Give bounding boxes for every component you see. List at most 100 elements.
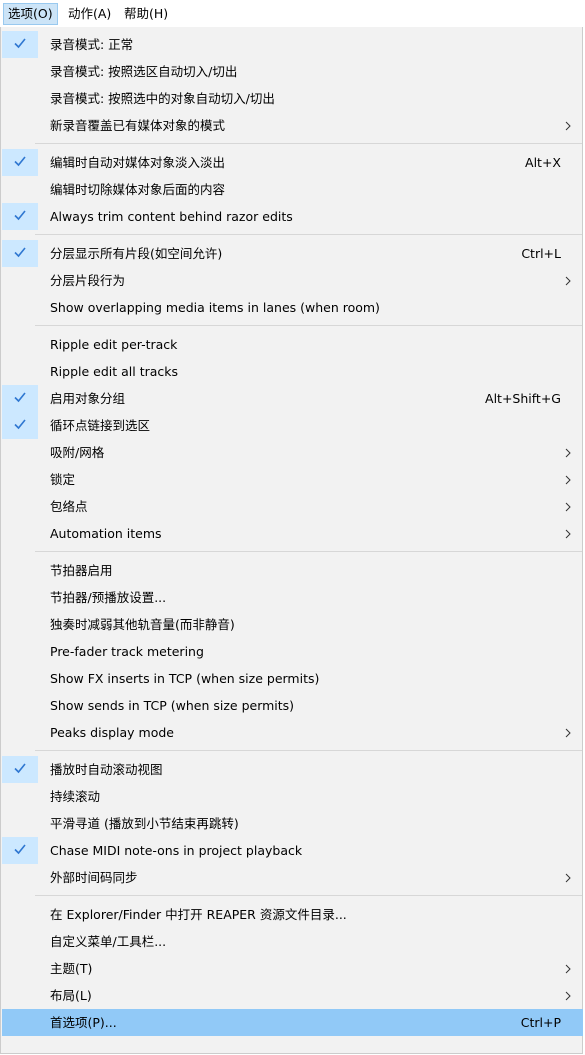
menu-item[interactable]: Always trim content behind razor edits xyxy=(2,203,583,230)
chevron-right-icon xyxy=(565,121,571,131)
menu-item[interactable]: Show sends in TCP (when size permits) xyxy=(2,692,583,719)
menu-item-label: Automation items xyxy=(50,526,162,541)
menu-item[interactable]: 新录音覆盖已有媒体对象的模式 xyxy=(2,112,583,139)
check-gutter xyxy=(2,955,38,982)
menu-item-label: Show FX inserts in TCP (when size permit… xyxy=(50,671,320,686)
menu-item[interactable]: Ripple edit per-track xyxy=(2,331,583,358)
menubar-actions[interactable]: 动作(A) xyxy=(64,4,115,24)
menu-item-label: Pre-fader track metering xyxy=(50,644,204,659)
check-gutter xyxy=(2,203,38,230)
check-gutter xyxy=(2,756,38,783)
menu-item-label: 新录音覆盖已有媒体对象的模式 xyxy=(50,118,226,133)
check-gutter xyxy=(2,31,38,58)
chevron-right-icon xyxy=(565,276,571,286)
check-gutter xyxy=(2,901,38,928)
menu-item[interactable]: 在 Explorer/Finder 中打开 REAPER 资源文件目录... xyxy=(2,901,583,928)
menu-item[interactable]: 节拍器/预播放设置... xyxy=(2,584,583,611)
menu-item-label: 包络点 xyxy=(50,499,88,514)
menu-item[interactable]: 主题(T) xyxy=(2,955,583,982)
menu-item[interactable]: Pre-fader track metering xyxy=(2,638,583,665)
menubar-options[interactable]: 选项(O) xyxy=(3,3,58,25)
chevron-right-icon xyxy=(565,873,571,883)
menu-item[interactable]: 分层显示所有片段(如空间允许) Ctrl+L xyxy=(2,240,583,267)
check-gutter xyxy=(2,412,38,439)
menu-item-label: 平滑寻道 (播放到小节结束再跳转) xyxy=(50,816,239,831)
menu-item-label: 编辑时切除媒体对象后面的内容 xyxy=(50,182,226,197)
menu-item[interactable]: 包络点 xyxy=(2,493,583,520)
menu-item[interactable]: 编辑时切除媒体对象后面的内容 xyxy=(2,176,583,203)
menu-item[interactable]: 布局(L) xyxy=(2,982,583,1009)
menu-item-label: Peaks display mode xyxy=(50,725,174,740)
chevron-right-icon xyxy=(565,448,571,458)
check-gutter xyxy=(2,611,38,638)
menu-item-label: 分层显示所有片段(如空间允许) xyxy=(50,246,223,261)
menu-item[interactable]: 自定义菜单/工具栏... xyxy=(2,928,583,955)
check-gutter xyxy=(2,466,38,493)
check-gutter xyxy=(2,58,38,85)
menu-item[interactable]: Automation items xyxy=(2,520,583,547)
chevron-right-icon xyxy=(565,964,571,974)
menu-item[interactable]: 录音模式: 按照选区自动切入/切出 xyxy=(2,58,583,85)
menu-item[interactable]: 编辑时自动对媒体对象淡入淡出 Alt+X xyxy=(2,149,583,176)
menu-item[interactable]: Ripple edit all tracks xyxy=(2,358,583,385)
menu-item[interactable]: 录音模式: 正常 xyxy=(2,31,583,58)
menu-item-label: 录音模式: 按照选区自动切入/切出 xyxy=(50,64,238,79)
menu-item-label: 持续滚动 xyxy=(50,789,101,804)
menu-item[interactable]: 录音模式: 按照选中的对象自动切入/切出 xyxy=(2,85,583,112)
checkmark-icon xyxy=(14,38,26,49)
menu-item[interactable]: Peaks display mode xyxy=(2,719,583,746)
checkmark-icon xyxy=(14,844,26,855)
menu-item[interactable]: 吸附/网格 xyxy=(2,439,583,466)
chevron-right-icon xyxy=(565,991,571,1001)
menubar-help[interactable]: 帮助(H) xyxy=(120,4,172,24)
menu-item[interactable]: 循环点链接到选区 xyxy=(2,412,583,439)
menu-item[interactable]: 锁定 xyxy=(2,466,583,493)
menu-item[interactable]: 平滑寻道 (播放到小节结束再跳转) xyxy=(2,810,583,837)
check-gutter xyxy=(2,638,38,665)
menu-item-label: Ripple edit all tracks xyxy=(50,364,179,379)
menu-item-label: 启用对象分组 xyxy=(50,391,126,406)
menu-item[interactable]: 节拍器启用 xyxy=(2,557,583,584)
chevron-right-icon xyxy=(565,728,571,738)
menu-item-label: 节拍器/预播放设置... xyxy=(50,590,167,605)
menu-item[interactable]: 持续滚动 xyxy=(2,783,583,810)
menu-separator xyxy=(35,551,582,552)
check-gutter xyxy=(2,520,38,547)
check-gutter xyxy=(2,1009,38,1036)
checkmark-icon xyxy=(14,392,26,403)
checkmark-icon xyxy=(14,156,26,167)
menu-item[interactable]: 首选项(P)... Ctrl+P xyxy=(2,1009,583,1036)
check-gutter xyxy=(2,267,38,294)
check-gutter xyxy=(2,112,38,139)
check-gutter xyxy=(2,810,38,837)
check-gutter xyxy=(2,719,38,746)
menu-item-shortcut: Ctrl+P xyxy=(520,1015,561,1030)
menu-item-label: 自定义菜单/工具栏... xyxy=(50,934,167,949)
menu-item-label: 锁定 xyxy=(50,472,76,487)
menu-bar: 选项(O) 动作(A) 帮助(H) xyxy=(0,0,585,27)
menu-item-label: Always trim content behind razor edits xyxy=(50,209,293,224)
check-gutter xyxy=(2,149,38,176)
menu-item-label: 独奏时减弱其他轨音量(而非静音) xyxy=(50,617,235,632)
check-gutter xyxy=(2,240,38,267)
checkmark-icon xyxy=(14,419,26,430)
menu-item[interactable]: Show FX inserts in TCP (when size permit… xyxy=(2,665,583,692)
menu-separator xyxy=(35,750,582,751)
menu-item-label: 编辑时自动对媒体对象淡入淡出 xyxy=(50,155,226,170)
menu-item[interactable]: 分层片段行为 xyxy=(2,267,583,294)
chevron-right-icon xyxy=(565,475,571,485)
checkmark-icon xyxy=(14,763,26,774)
menu-item-label: Ripple edit per-track xyxy=(50,337,178,352)
check-gutter xyxy=(2,928,38,955)
options-dropdown-menu: 录音模式: 正常录音模式: 按照选区自动切入/切出录音模式: 按照选中的对象自动… xyxy=(0,27,583,1054)
menu-item[interactable]: 播放时自动滚动视图 xyxy=(2,756,583,783)
menu-item-label: Show overlapping media items in lanes (w… xyxy=(50,300,380,315)
check-gutter xyxy=(2,584,38,611)
menu-item[interactable]: 独奏时减弱其他轨音量(而非静音) xyxy=(2,611,583,638)
menu-item[interactable]: Chase MIDI note-ons in project playback xyxy=(2,837,583,864)
check-gutter xyxy=(2,331,38,358)
check-gutter xyxy=(2,176,38,203)
menu-item[interactable]: 外部时间码同步 xyxy=(2,864,583,891)
menu-item[interactable]: Show overlapping media items in lanes (w… xyxy=(2,294,583,321)
menu-item[interactable]: 启用对象分组 Alt+Shift+G xyxy=(2,385,583,412)
